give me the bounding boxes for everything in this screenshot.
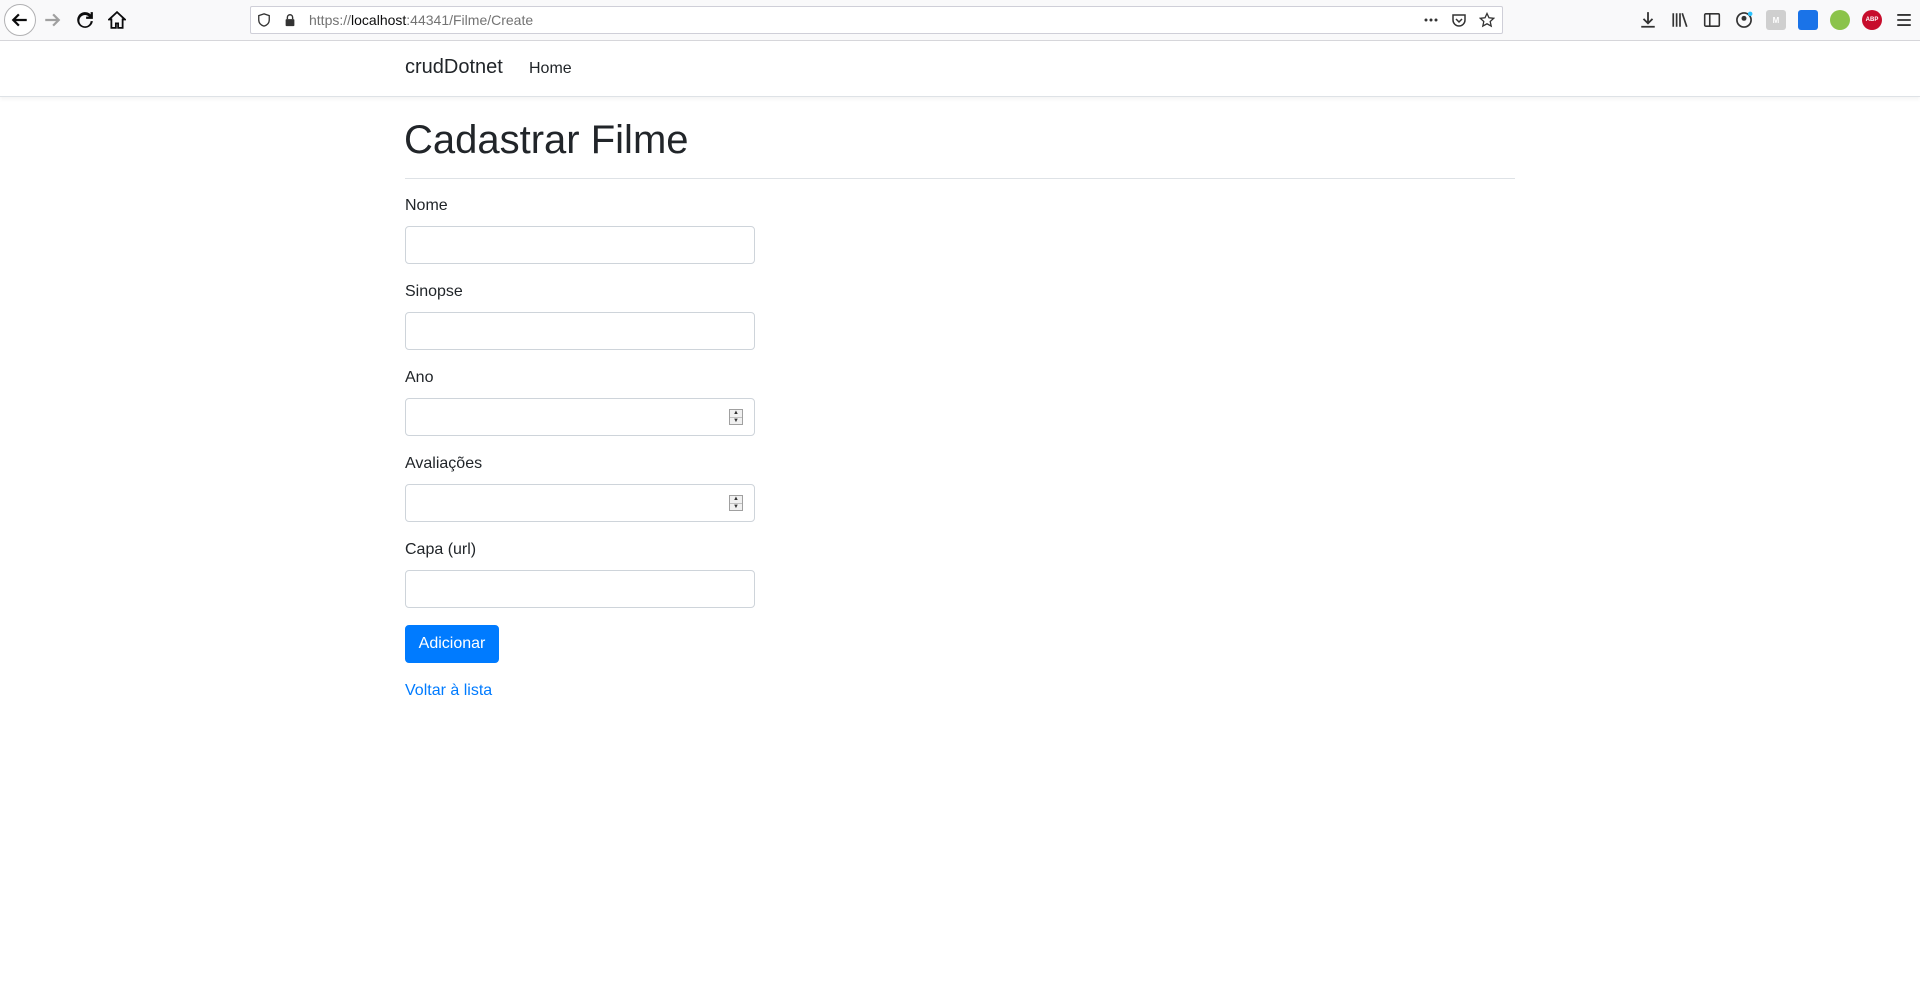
extension-blue-badge: [1798, 10, 1818, 30]
navbar-brand[interactable]: crudDotnet: [405, 56, 503, 79]
spin-down-icon[interactable]: ▼: [730, 418, 742, 425]
bookmark-star-icon[interactable]: [1478, 11, 1496, 29]
nav-link-home[interactable]: Home: [529, 60, 572, 78]
title-divider: [405, 178, 1515, 179]
app-navbar: crudDotnet Home: [0, 41, 1920, 97]
adblock-label: ABP: [1862, 10, 1882, 30]
hamburger-menu-icon[interactable]: [1894, 10, 1914, 30]
url-prefix: https://: [309, 12, 352, 28]
page-title: Cadastrar Filme: [404, 118, 689, 162]
url-bar[interactable]: https://localhost:44341/Filme/Create: [250, 6, 1503, 34]
sinopse-input[interactable]: [405, 312, 755, 350]
ano-input[interactable]: [405, 398, 755, 436]
account-icon[interactable]: [1734, 10, 1754, 30]
capa-label: Capa (url): [405, 541, 477, 558]
avaliacoes-input[interactable]: [405, 484, 755, 522]
sinopse-label: Sinopse: [405, 283, 463, 300]
nome-label: Nome: [405, 197, 448, 214]
adicionar-button[interactable]: Adicionar: [405, 625, 499, 663]
url-path: :44341/Filme/Create: [406, 12, 534, 28]
spin-down-icon[interactable]: ▼: [730, 504, 742, 511]
avaliacoes-spinner[interactable]: ▲ ▼: [729, 495, 743, 511]
ano-field: ▲ ▼: [405, 398, 755, 436]
nome-input[interactable]: [405, 226, 755, 264]
ano-spinner[interactable]: ▲ ▼: [729, 409, 743, 425]
reload-icon[interactable]: [69, 4, 101, 36]
shield-icon[interactable]: [251, 7, 277, 33]
extension-green-icon[interactable]: [1830, 10, 1850, 30]
lock-icon[interactable]: [277, 7, 303, 33]
extension-m-icon[interactable]: M: [1766, 10, 1786, 30]
ano-label: Ano: [405, 369, 434, 386]
sidebar-icon[interactable]: [1702, 10, 1722, 30]
extension-blue-icon[interactable]: [1798, 10, 1818, 30]
extension-m-label: M: [1766, 10, 1786, 30]
more-icon[interactable]: [1422, 11, 1440, 29]
browser-toolbar: https://localhost:44341/Filme/Create M A…: [0, 0, 1920, 41]
library-icon[interactable]: [1670, 10, 1690, 30]
forward-icon[interactable]: [36, 4, 68, 36]
url-text[interactable]: https://localhost:44341/Filme/Create: [309, 12, 533, 28]
avaliacoes-field: ▲ ▼: [405, 484, 755, 522]
avaliacoes-label: Avaliações: [405, 455, 483, 472]
capa-input[interactable]: [405, 570, 755, 608]
adblock-icon[interactable]: ABP: [1862, 10, 1882, 30]
back-icon[interactable]: [4, 4, 36, 36]
url-host: localhost: [351, 12, 407, 28]
spin-up-icon[interactable]: ▲: [730, 410, 742, 418]
back-to-list-link[interactable]: Voltar à lista: [405, 682, 492, 700]
spin-up-icon[interactable]: ▲: [730, 496, 742, 504]
extension-green-badge: [1830, 10, 1850, 30]
pocket-icon[interactable]: [1450, 11, 1468, 29]
home-icon[interactable]: [101, 4, 133, 36]
download-icon[interactable]: [1638, 10, 1658, 30]
